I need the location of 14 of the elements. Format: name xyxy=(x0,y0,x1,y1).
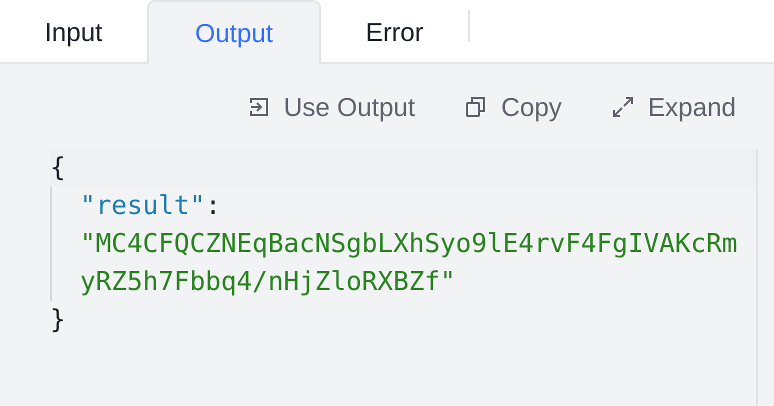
code-brace: { xyxy=(50,152,66,185)
json-colon: : xyxy=(205,191,221,221)
tab[interactable]: Error xyxy=(321,0,468,64)
copy-icon xyxy=(465,96,488,118)
tab[interactable]: Output xyxy=(147,0,321,64)
enter-icon xyxy=(248,96,270,118)
json-string-value: "MC4CFQCZNEqBacNSgbLXhSyo9lE4rvF4FgIVAKcRmyRZ5h7Fbbq4/nHjZloRXBZf" xyxy=(80,228,738,299)
use-output-button[interactable]: Use Output xyxy=(248,90,416,124)
tab[interactable]: Input xyxy=(0,0,147,64)
copy-button[interactable]: Copy xyxy=(465,90,562,124)
expand-button[interactable]: Expand xyxy=(612,90,736,124)
expand-icon xyxy=(612,96,634,118)
json-key: "result" xyxy=(80,191,206,221)
code-brace: } xyxy=(50,304,66,337)
